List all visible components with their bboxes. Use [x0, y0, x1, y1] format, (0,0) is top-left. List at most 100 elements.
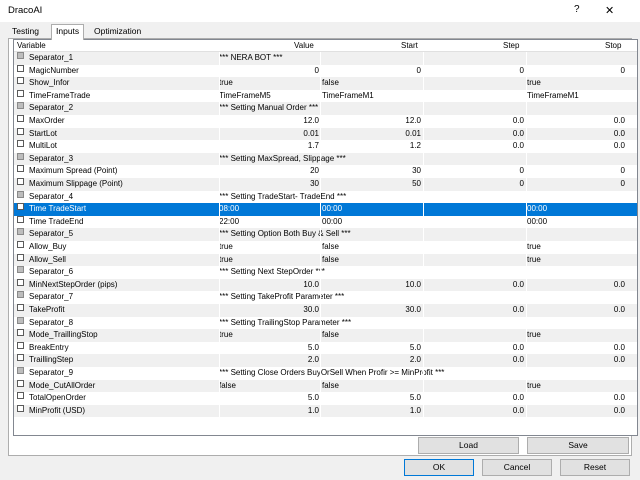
- cell-start[interactable]: 1.0: [410, 405, 421, 418]
- cell-start[interactable]: 00:00: [322, 216, 342, 229]
- help-button[interactable]: ?: [574, 4, 580, 15]
- cell-step[interactable]: 0.0: [513, 304, 524, 317]
- table-row[interactable]: Time TradeEnd 22:00 00:00 00:00: [14, 215, 637, 229]
- table-row[interactable]: TraillingStep 2.0 2.0 0.0 0.0: [14, 354, 637, 367]
- optimize-checkbox[interactable]: [17, 152, 24, 160]
- table-row[interactable]: MinNextStepOrder (pips) 10.0 10.0 0.0 0.0: [14, 278, 637, 292]
- cell-start[interactable]: 00:00: [322, 203, 342, 216]
- cell-start[interactable]: 30: [412, 165, 421, 178]
- cell-stop[interactable]: 0: [621, 65, 625, 78]
- cell-start[interactable]: false: [322, 241, 339, 254]
- optimize-checkbox[interactable]: [17, 64, 24, 72]
- cell-value[interactable]: true: [219, 254, 233, 267]
- cell-value[interactable]: true: [219, 329, 233, 342]
- table-row[interactable]: Separator_7 *** Setting TakeProfit Parame…: [14, 291, 637, 304]
- cell-start[interactable]: false: [322, 329, 339, 342]
- optimize-checkbox[interactable]: [17, 165, 24, 173]
- reset-button[interactable]: Reset: [560, 459, 630, 476]
- table-row[interactable]: Mode_TraillingStop true false true: [14, 329, 637, 342]
- optimize-checkbox[interactable]: [17, 127, 24, 135]
- table-row[interactable]: Time TradeStart 08:00 00:00 00:00: [14, 203, 637, 216]
- cell-start[interactable]: 10.0: [405, 279, 421, 292]
- optimize-checkbox[interactable]: [17, 52, 24, 59]
- cell-stop[interactable]: true: [527, 329, 541, 342]
- optimize-checkbox[interactable]: [17, 215, 24, 223]
- optimize-checkbox[interactable]: [17, 304, 24, 311]
- cell-stop[interactable]: true: [527, 254, 541, 267]
- cell-start[interactable]: false: [322, 254, 339, 267]
- optimize-checkbox[interactable]: [17, 392, 24, 400]
- cell-value[interactable]: *** Setting TradeStart- TradeEnd ***: [219, 191, 346, 204]
- col-value[interactable]: Value: [294, 40, 314, 51]
- cell-step[interactable]: 0.0: [513, 405, 524, 418]
- cell-stop[interactable]: 0.0: [614, 392, 625, 405]
- cell-value[interactable]: 20: [310, 165, 319, 178]
- load-button[interactable]: Load: [418, 437, 519, 454]
- cell-stop[interactable]: true: [527, 241, 541, 254]
- optimize-checkbox[interactable]: [17, 278, 24, 286]
- optimize-checkbox[interactable]: [17, 329, 24, 337]
- table-row[interactable]: Allow_Buy true false true: [14, 241, 637, 254]
- table-row[interactable]: Maximum Slippage (Point) 30 50 0 0: [14, 178, 637, 191]
- table-row[interactable]: MaxOrder 12.0 12.0 0.0 0.0: [14, 115, 637, 128]
- col-stop[interactable]: Stop: [605, 40, 621, 51]
- save-button[interactable]: Save: [527, 437, 629, 454]
- cell-value[interactable]: false: [219, 380, 236, 393]
- cell-value[interactable]: *** Setting Manual Order ***: [219, 102, 318, 115]
- table-row[interactable]: Mode_CutAllOrder false false true: [14, 379, 637, 393]
- cell-stop[interactable]: 00:00: [527, 216, 547, 229]
- cell-stop[interactable]: 0: [621, 178, 625, 191]
- cell-stop[interactable]: 0.0: [614, 279, 625, 292]
- optimize-checkbox[interactable]: [17, 228, 24, 236]
- col-start[interactable]: Start: [401, 40, 418, 51]
- cell-stop[interactable]: 0.0: [614, 140, 625, 153]
- optimize-checkbox[interactable]: [17, 115, 24, 122]
- cell-step[interactable]: 0.0: [513, 354, 524, 367]
- optimize-checkbox[interactable]: [17, 341, 24, 349]
- optimize-checkbox[interactable]: [17, 77, 24, 85]
- cell-value[interactable]: *** Setting TakeProfit Parameter ***: [219, 291, 344, 304]
- cell-stop[interactable]: 0.0: [614, 304, 625, 317]
- cell-value[interactable]: TimeFrameM5: [219, 90, 271, 103]
- cell-value[interactable]: 1.7: [308, 140, 319, 153]
- cell-start[interactable]: false: [322, 77, 339, 90]
- cell-step[interactable]: 0: [520, 165, 524, 178]
- table-row[interactable]: Separator_8 *** Setting TrailingStop Para…: [14, 316, 637, 330]
- tab-inputs[interactable]: Inputs: [51, 24, 85, 40]
- table-row[interactable]: StartLot 0.01 0.01 0.0 0.0: [14, 127, 637, 141]
- cell-value[interactable]: true: [219, 77, 233, 90]
- cell-value[interactable]: 0.01: [303, 128, 319, 141]
- optimize-checkbox[interactable]: [17, 316, 24, 324]
- cell-stop[interactable]: 0.0: [614, 128, 625, 141]
- optimize-checkbox[interactable]: [17, 354, 24, 362]
- cell-start[interactable]: 2.0: [410, 354, 421, 367]
- cell-step[interactable]: 0.0: [513, 128, 524, 141]
- close-icon[interactable]: ✕: [605, 4, 614, 17]
- cell-stop[interactable]: TimeFrameM1: [527, 90, 579, 103]
- table-row[interactable]: Allow_Sell true false true: [14, 253, 637, 267]
- optimize-checkbox[interactable]: [17, 404, 24, 412]
- cell-step[interactable]: 0: [520, 65, 524, 78]
- cell-value[interactable]: 2.0: [308, 354, 319, 367]
- cell-value[interactable]: true: [219, 241, 233, 254]
- cell-stop[interactable]: 0: [621, 165, 625, 178]
- cell-value[interactable]: *** Setting TrailingStop Parameter ***: [219, 317, 351, 330]
- ok-button[interactable]: OK: [404, 459, 474, 476]
- cell-value[interactable]: *** Setting MaxSpread, Slippage ***: [219, 153, 346, 166]
- cell-step[interactable]: 0.0: [513, 392, 524, 405]
- table-row[interactable]: TimeFrameTrade TimeFrameM5 TimeFrameM1 Time…: [14, 89, 637, 103]
- cell-stop[interactable]: 0.0: [614, 115, 625, 128]
- table-row[interactable]: MagicNumber 0 0 0 0: [14, 64, 637, 78]
- cell-value[interactable]: 08:00: [219, 203, 239, 216]
- cell-value[interactable]: 30: [310, 178, 319, 191]
- cell-value[interactable]: *** Setting Close Orders BuyOrSell When …: [219, 367, 444, 380]
- cell-stop[interactable]: 0.0: [614, 405, 625, 418]
- table-row[interactable]: Separator_2 *** Setting Manual Order ***: [14, 102, 637, 115]
- cell-stop[interactable]: 0.0: [614, 342, 625, 355]
- optimize-checkbox[interactable]: [17, 140, 24, 148]
- table-row[interactable]: TotalOpenOrder 5.0 5.0 0.0 0.0: [14, 392, 637, 405]
- table-row[interactable]: BreakEntry 5.0 5.0 0.0 0.0: [14, 341, 637, 355]
- table-row[interactable]: Separator_1 *** NERA BOT ***: [14, 52, 637, 65]
- cell-start[interactable]: 1.2: [410, 140, 421, 153]
- optimize-checkbox[interactable]: [17, 367, 24, 374]
